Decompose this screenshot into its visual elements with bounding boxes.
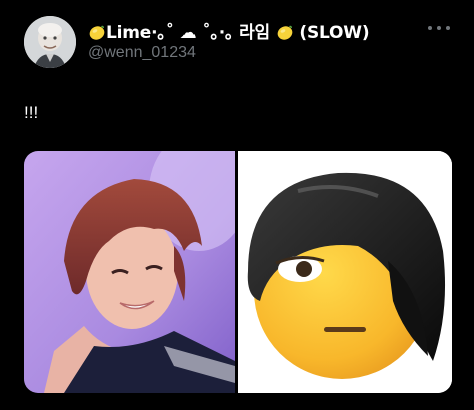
display-name-prefix: Lime·｡˚ ☁ ˚｡·｡ 라임 <box>106 23 276 43</box>
media-photo-person[interactable] <box>24 151 235 393</box>
avatar[interactable] <box>24 16 76 68</box>
user-handle[interactable]: @wenn_01234 <box>88 44 196 62</box>
more-dot <box>446 26 450 30</box>
media-photo-emoji[interactable] <box>238 151 452 393</box>
more-dot <box>428 26 432 30</box>
emo-hair-emoji-image <box>238 151 452 393</box>
display-name[interactable]: Lime·｡˚ ☁ ˚｡·｡ 라임 (SLOW) <box>88 18 370 43</box>
more-dot <box>437 26 441 30</box>
more-options-icon[interactable] <box>428 20 450 36</box>
lemon-icon <box>88 23 106 41</box>
tweet-text: !!! <box>24 103 39 122</box>
person-photo-image <box>24 151 235 393</box>
display-name-suffix: (SLOW) <box>293 23 370 43</box>
media-grid <box>24 151 452 393</box>
avatar-image <box>24 16 76 68</box>
lemon-icon <box>276 23 294 41</box>
